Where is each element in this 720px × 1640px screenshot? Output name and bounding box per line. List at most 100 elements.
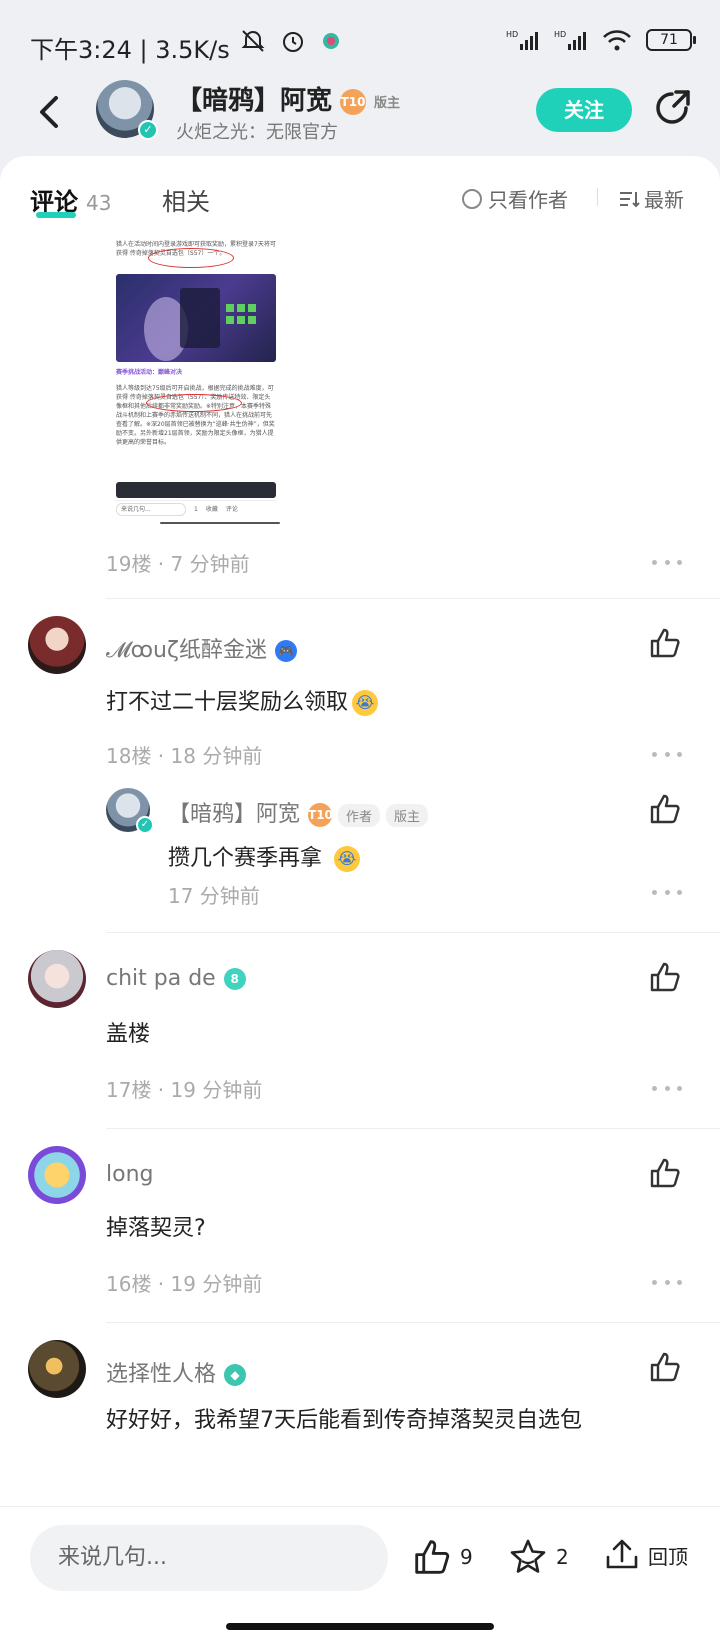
- user-avatar[interactable]: [28, 950, 86, 1008]
- comment-time: 19 分钟前: [170, 1272, 263, 1296]
- comment-text: 盖楼: [106, 1022, 151, 1047]
- reply-time: 17 分钟前: [168, 884, 260, 908]
- comment-time: 7 分钟前: [170, 552, 250, 576]
- author-subtitle: 火炬之光：无限官方: [176, 122, 338, 143]
- floor-meta: 19楼 · 7 分钟前: [106, 552, 250, 576]
- username-text: chit pa de: [106, 966, 216, 991]
- comment-count: 43: [86, 191, 112, 215]
- home-indicator: [226, 1623, 494, 1630]
- more-options-icon[interactable]: [652, 1280, 682, 1288]
- comment-text-content: 打不过二十层奖励么领取: [106, 690, 349, 715]
- favorite-button[interactable]: 2: [508, 1537, 569, 1577]
- post-header: ✓ 【暗鸦】阿宽 T10 版主 火炬之光：无限官方 关注: [0, 70, 720, 156]
- gamepad-badge-icon: 🎮: [274, 640, 297, 662]
- status-icons-left: [240, 28, 342, 54]
- reply-text-content: 攒几个赛季再拿: [168, 846, 323, 871]
- follow-button[interactable]: 关注: [536, 88, 632, 132]
- like-icon[interactable]: [648, 1156, 682, 1190]
- floor-meta: 18楼 · 18 分钟前: [106, 744, 263, 768]
- comment-username[interactable]: 选择性人格 ◆: [106, 1356, 247, 1388]
- comments-panel: 评论 43 相关 只看作者 最新 猎人在活动时间内登录游戏即可获取奖励，累积登录7…: [0, 156, 720, 1506]
- more-options-icon[interactable]: [652, 890, 682, 898]
- thumb-game-image: [116, 274, 276, 362]
- comment-input[interactable]: 来说几句...: [30, 1525, 388, 1591]
- back-to-top-label: 回顶: [648, 1544, 688, 1569]
- star-icon: [510, 1539, 546, 1573]
- thumb-comment: 评论: [225, 506, 238, 513]
- sort-label: 最新: [644, 188, 684, 212]
- like-icon[interactable]: [648, 1350, 682, 1384]
- floor-number: 17楼: [106, 1078, 152, 1102]
- comment-username[interactable]: chit pa de 8: [106, 966, 246, 991]
- floor-number: 19楼: [106, 552, 152, 576]
- back-arrow-icon[interactable]: [32, 90, 72, 134]
- more-options-icon[interactable]: [652, 752, 682, 760]
- comment-time: 19 分钟前: [170, 1078, 263, 1102]
- thumb-input: 来说几句...: [116, 503, 186, 516]
- crying-emoji-icon: 😭: [352, 690, 379, 716]
- comment-divider: [106, 932, 720, 933]
- comment-divider: [106, 598, 720, 599]
- author-avatar[interactable]: ✓: [96, 80, 158, 140]
- author-name-text: 【暗鸦】阿宽: [176, 86, 333, 116]
- comment-time: 18 分钟前: [170, 744, 263, 768]
- more-options-icon[interactable]: [652, 560, 682, 568]
- radio-icon: [462, 188, 482, 209]
- only-author-toggle[interactable]: 只看作者: [462, 184, 568, 213]
- username-text: 选择性人格: [106, 1362, 217, 1387]
- user-avatar[interactable]: [28, 616, 86, 674]
- thumb-like: 1: [194, 506, 198, 513]
- verified-icon: ✓: [138, 120, 158, 140]
- like-post-button[interactable]: 9: [412, 1537, 473, 1577]
- wifi-icon: [603, 30, 631, 51]
- app-notification-icon: [323, 33, 339, 49]
- role-chip: 版主: [374, 96, 401, 111]
- favorite-count: 2: [556, 1545, 569, 1569]
- like-icon[interactable]: [648, 960, 682, 994]
- comment-tabs: 评论 43 相关 只看作者 最新: [0, 156, 720, 228]
- comment-text: 掉落契灵?: [106, 1216, 206, 1241]
- verified-icon: ✓: [136, 816, 154, 834]
- comment-text: 打不过二十层奖励么领取 😭: [106, 684, 379, 716]
- mute-icon: [241, 30, 265, 52]
- reply-username[interactable]: 【暗鸦】阿宽 T10 作者 版主: [168, 796, 429, 828]
- thumb-art: [144, 288, 256, 361]
- upload-arrow-icon: [606, 1539, 638, 1569]
- share-icon[interactable]: [652, 88, 692, 128]
- tab-related[interactable]: 相关: [162, 182, 210, 217]
- back-to-top-button[interactable]: 回顶: [604, 1537, 688, 1573]
- thumb-section-title: 赛季挑战活动：巅峰对决: [116, 369, 183, 376]
- tab-divider: [597, 188, 598, 206]
- comment-username[interactable]: 𝓜ꝏuζ纸醉金迷 🎮: [106, 632, 297, 664]
- like-icon[interactable]: [648, 626, 682, 660]
- comment-username[interactable]: long: [106, 1162, 153, 1187]
- gem-badge-icon: ◆: [224, 1364, 247, 1386]
- svg-text:HD: HD: [506, 30, 518, 39]
- author-chip: 作者: [338, 803, 381, 827]
- floor-meta: 16楼 · 19 分钟前: [106, 1272, 263, 1296]
- thumb-scroll-indicator: [160, 522, 280, 524]
- author-name[interactable]: 【暗鸦】阿宽 T10 版主: [176, 80, 400, 117]
- user-avatar[interactable]: [28, 1146, 86, 1204]
- comment-divider: [106, 1322, 720, 1323]
- sort-button[interactable]: 最新: [618, 184, 684, 213]
- comment-divider: [106, 1128, 720, 1129]
- level-badge: T10: [308, 803, 333, 827]
- floor-number: 18楼: [106, 744, 152, 768]
- moderator-chip: 版主: [386, 803, 429, 827]
- comment-text: 好好好，我希望7天后能看到传奇掉落契灵自选包: [106, 1408, 582, 1433]
- reply-avatar[interactable]: ✓: [106, 788, 154, 834]
- floor-meta: 17楼 · 19 分钟前: [106, 1078, 263, 1102]
- svg-text:HD: HD: [554, 30, 566, 39]
- like-count: 9: [460, 1545, 473, 1569]
- like-icon[interactable]: [648, 792, 682, 826]
- bottom-action-bar: 来说几句... 9 2 回顶: [0, 1506, 720, 1640]
- reply-username-text: 【暗鸦】阿宽: [168, 802, 301, 827]
- user-avatar[interactable]: [28, 1340, 86, 1398]
- thumb-action-bar: 来说几句... 1 收藏 评论: [116, 500, 276, 518]
- attached-screenshot[interactable]: 猎人在活动时间内登录游戏即可获取奖励，累积登录7天将可获得 传奇掉落契灵自选包（…: [110, 234, 286, 524]
- alarm-icon: [283, 32, 303, 52]
- thumb-highlight-circle-2: [146, 394, 242, 412]
- floor-number: 16楼: [106, 1272, 152, 1296]
- more-options-icon[interactable]: [652, 1086, 682, 1094]
